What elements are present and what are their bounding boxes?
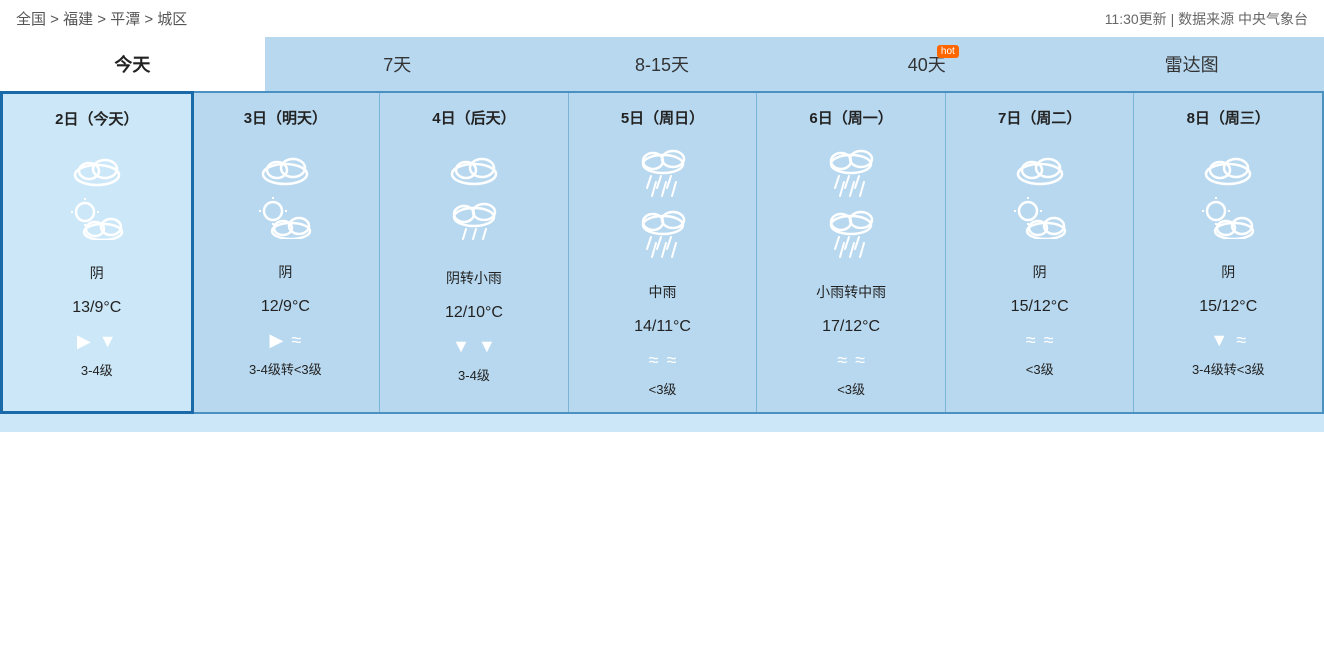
wind-icon-bottom: ≈ <box>855 350 865 371</box>
weather-icon-top <box>255 146 315 191</box>
wind-level: <3级 <box>837 379 865 398</box>
temp: 15/12°C <box>1011 298 1069 316</box>
weather-icons <box>444 146 504 250</box>
day-label: 4日（后天） <box>432 107 515 128</box>
weather-day-6: 8日（周三） 阴 15/12°C ▼ ≈ 3-4级转<3级 <box>1134 93 1322 412</box>
weather-day-3: 5日（周日） 中雨 14/11°C ≈ <box>569 93 758 412</box>
weather-icon-top <box>1010 146 1070 191</box>
wind-icon-top: ▼ <box>1210 330 1228 351</box>
weather-icon-bottom <box>821 207 881 264</box>
wind-icons: ≈ ≈ <box>649 350 677 371</box>
wind-icon-bottom: ≈ <box>667 350 677 371</box>
hot-badge: hot <box>937 45 959 58</box>
wind-icon-bottom: ≈ <box>291 330 301 351</box>
wind-icon-top: ▶ <box>77 331 91 352</box>
wind-icon-bottom: ▼ <box>478 336 496 357</box>
wind-icons: ≈ ≈ <box>1026 330 1054 351</box>
wind-icons: ≈ ≈ <box>837 350 865 371</box>
wind-icon-top: ≈ <box>837 350 847 371</box>
weather-icons <box>1198 146 1258 244</box>
weather-icons <box>255 146 315 244</box>
weather-day-1: 3日（明天） 阴 12/9°C ▶ ≈ 3-4级转<3级 <box>192 93 381 412</box>
day-label: 7日（周二） <box>998 107 1081 128</box>
weather-day-4: 6日（周一） 小雨转中雨 17/12°C <box>757 93 946 412</box>
weather-grid: 2日（今天） 阴 13/9°C ▶ ▼ 3-4级 3日（明天） <box>0 91 1324 414</box>
wind-icon-top: ≈ <box>1026 330 1036 351</box>
breadcrumb: 全国 > 福建 > 平潭 > 城区 <box>16 8 187 29</box>
wind-icon-bottom: ▼ <box>99 331 117 352</box>
weather-icon-top <box>444 146 504 191</box>
weather-icon-bottom <box>444 195 504 250</box>
temp: 14/11°C <box>634 318 691 336</box>
day-label: 3日（明天） <box>244 107 327 128</box>
weather-icons <box>633 146 693 264</box>
temp: 15/12°C <box>1199 298 1257 316</box>
weather-icon-bottom <box>1198 195 1258 244</box>
temp: 17/12°C <box>822 318 880 336</box>
tab-7days[interactable]: 7天 <box>265 37 530 91</box>
tab-today[interactable]: 今天 <box>0 37 265 91</box>
wind-icons: ▶ ≈ <box>270 330 302 351</box>
weather-desc: 阴 <box>278 262 292 282</box>
wind-level: 3-4级 <box>458 365 490 384</box>
weather-icon-bottom <box>633 207 693 264</box>
day-label: 2日（今天） <box>55 108 138 129</box>
tabs-row: 今天7天8-15天40天hot雷达图 <box>0 37 1324 91</box>
update-info-text: 11:30更新 | 数据来源 中央气象台 <box>1105 11 1308 27</box>
weather-icon-top <box>633 146 693 203</box>
wind-icons: ▼ ≈ <box>1210 330 1246 351</box>
tab-8-15[interactable]: 8-15天 <box>530 37 795 91</box>
weather-desc: 阴 <box>1033 262 1047 282</box>
wind-icon-bottom: ≈ <box>1044 330 1054 351</box>
day-label: 6日（周一） <box>809 107 892 128</box>
wind-icon-top: ▶ <box>270 330 284 351</box>
weather-desc: 阴 <box>90 263 104 283</box>
wind-icon-bottom: ≈ <box>1236 330 1246 351</box>
breadcrumb-text: 全国 > 福建 > 平潭 > 城区 <box>16 11 187 28</box>
wind-icons: ▶ ▼ <box>77 331 117 352</box>
tab-radar[interactable]: 雷达图 <box>1059 37 1324 91</box>
weather-desc: 阴转小雨 <box>446 268 502 288</box>
wind-icons: ▼ ▼ <box>452 336 496 357</box>
weather-desc: 阴 <box>1221 262 1235 282</box>
weather-icon-bottom <box>1010 195 1070 244</box>
top-bar: 全国 > 福建 > 平潭 > 城区 11:30更新 | 数据来源 中央气象台 <box>0 0 1324 37</box>
wind-level: <3级 <box>649 379 677 398</box>
weather-icon-bottom <box>255 195 315 244</box>
weather-desc: 小雨转中雨 <box>816 282 886 302</box>
wind-level: 3-4级转<3级 <box>249 359 322 378</box>
wind-level: 3-4级转<3级 <box>1192 359 1265 378</box>
weather-icons <box>67 147 127 245</box>
wind-icon-top: ≈ <box>649 350 659 371</box>
day-label: 5日（周日） <box>621 107 704 128</box>
weather-day-5: 7日（周二） 阴 15/12°C ≈ ≈ <3级 <box>946 93 1135 412</box>
weather-icons <box>821 146 881 264</box>
wind-level: 3-4级 <box>81 360 113 379</box>
weather-day-2: 4日（后天） 阴转小雨 12/10°C ▼ ▼ 3-4级 <box>380 93 569 412</box>
weather-icon-bottom <box>67 196 127 245</box>
weather-icon-top <box>1198 146 1258 191</box>
weather-desc: 中雨 <box>649 282 677 302</box>
wind-level: <3级 <box>1026 359 1054 378</box>
bottom-tab <box>0 414 1324 432</box>
temp: 12/9°C <box>261 298 310 316</box>
day-label: 8日（周三） <box>1187 107 1270 128</box>
update-info: 11:30更新 | 数据来源 中央气象台 <box>1105 9 1308 29</box>
temp: 13/9°C <box>72 299 121 317</box>
tab-40days[interactable]: 40天hot <box>794 37 1059 91</box>
temp: 12/10°C <box>445 304 503 322</box>
wind-icon-top: ▼ <box>452 336 470 357</box>
weather-icons <box>1010 146 1070 244</box>
weather-day-0: 2日（今天） 阴 13/9°C ▶ ▼ 3-4级 <box>0 91 194 414</box>
weather-icon-top <box>67 147 127 192</box>
weather-icon-top <box>821 146 881 203</box>
